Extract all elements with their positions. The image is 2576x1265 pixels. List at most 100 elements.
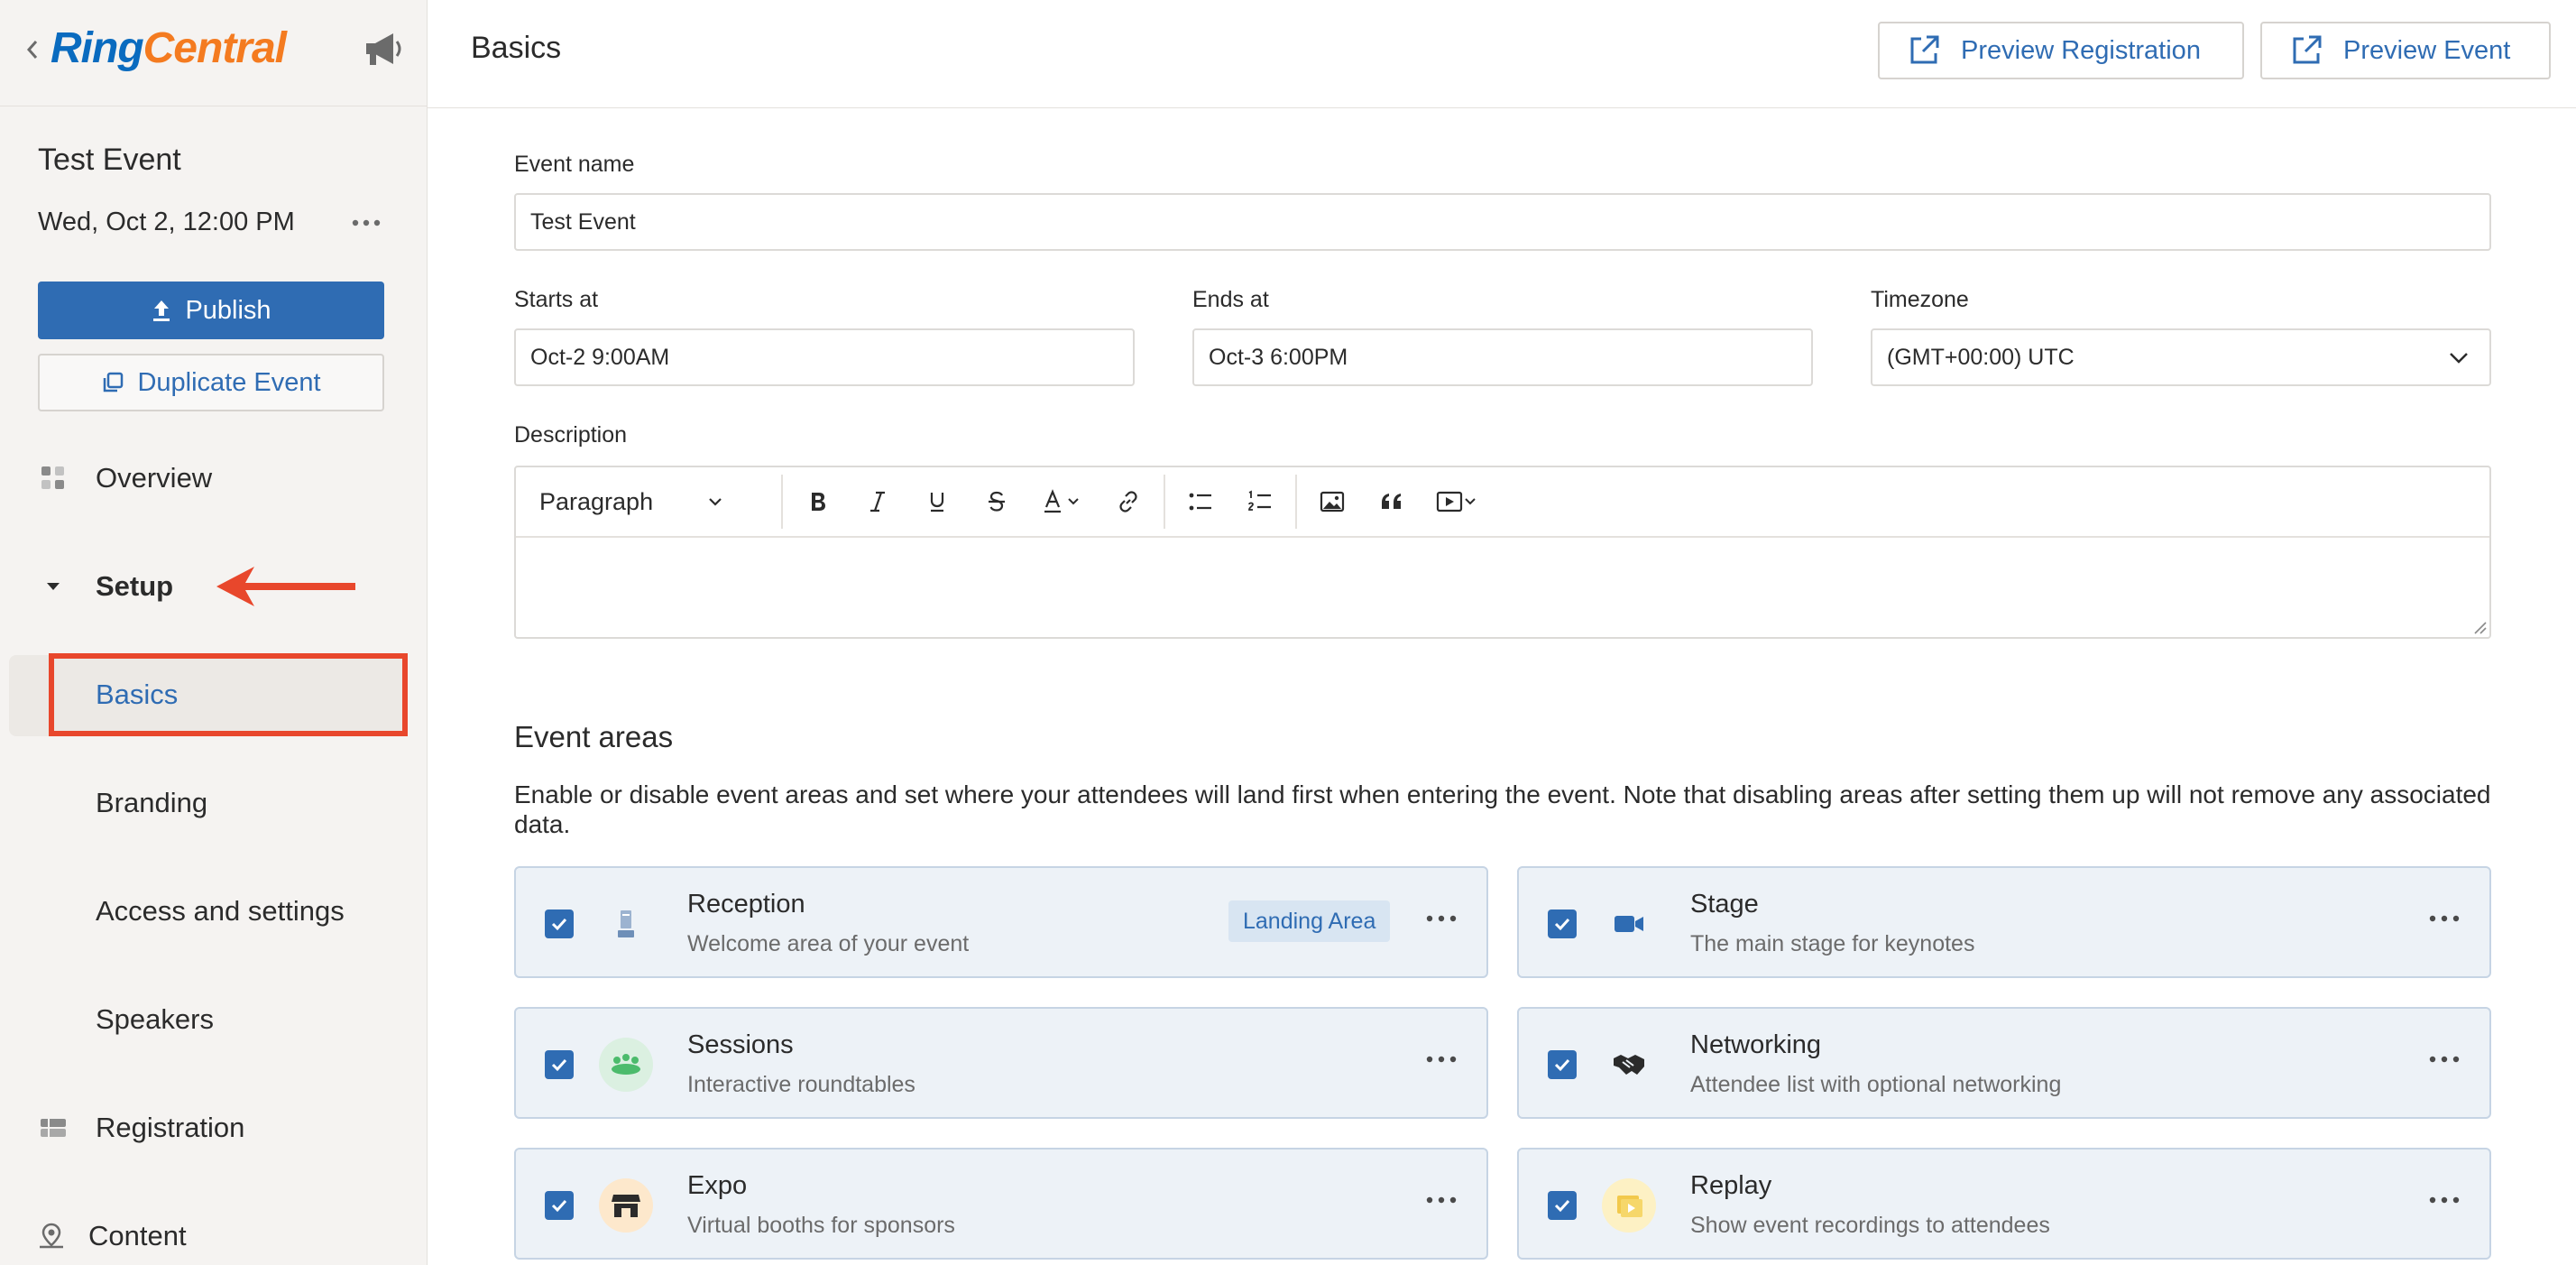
page-title: Basics (471, 31, 562, 65)
resize-handle-icon[interactable] (2471, 619, 2488, 635)
editor-toolbar: Paragraph (516, 467, 2489, 538)
preview-event-button[interactable]: Preview Event (2260, 22, 2551, 79)
area-description: Show event recordings to attendees (1690, 1213, 2050, 1238)
sidebar-item-registration[interactable]: Registration (38, 1112, 244, 1144)
italic-icon (870, 491, 885, 512)
red-arrow-annotation (216, 567, 355, 606)
area-description: Attendee list with optional networking (1690, 1072, 2062, 1097)
area-description: The main stage for keynotes (1690, 931, 1975, 956)
event-areas-description: Enable or disable event areas and set wh… (514, 780, 2491, 838)
area-card-expo[interactable]: Expo Virtual booths for sponsors (514, 1148, 1488, 1260)
more-options-icon[interactable] (1423, 913, 1459, 924)
caret-down-icon (38, 571, 69, 602)
bullet-list-icon (1189, 493, 1211, 511)
event-areas-title: Event areas (514, 720, 674, 753)
area-card-stage[interactable]: Stage The main stage for keynotes (1517, 866, 2491, 978)
toolbar-divider (1295, 475, 1297, 529)
bullet-list-button[interactable] (1171, 475, 1230, 529)
grid-icon (38, 463, 69, 494)
external-link-icon (1910, 35, 1939, 64)
area-title: Stage (1690, 890, 1759, 919)
chevron-down-icon (2450, 353, 2468, 364)
area-card-networking[interactable]: Networking Attendee list with optional n… (1517, 1007, 2491, 1119)
image-button[interactable] (1302, 475, 1362, 529)
strikethrough-button[interactable] (967, 475, 1026, 529)
area-title: Replay (1690, 1171, 1772, 1200)
paragraph-style-label: Paragraph (539, 487, 654, 515)
area-title: Sessions (687, 1030, 794, 1059)
starts-at-label: Starts at (514, 287, 599, 312)
publish-label: Publish (185, 295, 271, 325)
link-button[interactable] (1099, 475, 1158, 529)
sidebar-item-label: Content (88, 1220, 187, 1251)
sidebar: RingCentral Test Event Wed, Oct 2, 12:00… (0, 0, 428, 1265)
starts-at-input[interactable]: Oct-2 9:00AM (514, 328, 1135, 386)
sidebar-item-setup[interactable]: Setup (38, 570, 173, 603)
checkbox-checked[interactable] (545, 1050, 574, 1079)
checkbox-checked[interactable] (545, 910, 574, 938)
sidebar-item-content[interactable]: Content (36, 1220, 187, 1252)
replay-icon (1602, 1178, 1656, 1233)
more-options-icon[interactable] (1423, 1195, 1459, 1205)
upload-icon (153, 300, 170, 321)
chevron-left-icon[interactable] (23, 38, 41, 61)
underline-icon (930, 493, 944, 512)
numbered-list-icon (1248, 490, 1271, 511)
event-name-label: Event name (514, 152, 635, 177)
sidebar-item-label: Setup (96, 570, 174, 602)
area-card-reception[interactable]: Reception Welcome area of your event Lan… (514, 866, 1488, 978)
area-card-replay[interactable]: Replay Show event recordings to attendee… (1517, 1148, 2491, 1260)
area-card-sessions[interactable]: Sessions Interactive roundtables (514, 1007, 1488, 1119)
map-pin-icon (36, 1221, 67, 1251)
checkbox-checked[interactable] (1548, 1191, 1577, 1220)
sidebar-item-access-settings[interactable]: Access and settings (96, 895, 345, 928)
ends-at-input[interactable]: Oct-3 6:00PM (1192, 328, 1813, 386)
reception-icon (599, 897, 653, 951)
highlight-box-annotation (49, 653, 408, 736)
video-camera-icon (1602, 897, 1656, 951)
more-options-icon[interactable] (348, 209, 384, 236)
sidebar-item-branding[interactable]: Branding (96, 787, 207, 819)
quote-button[interactable] (1362, 475, 1421, 529)
strikethrough-icon (989, 491, 1005, 512)
megaphone-icon[interactable] (361, 29, 404, 69)
more-options-icon[interactable] (2426, 913, 2462, 924)
description-label: Description (514, 422, 628, 448)
description-editor[interactable]: Paragraph (514, 466, 2491, 639)
roundtable-icon (599, 1038, 653, 1092)
paragraph-style-select[interactable]: Paragraph (516, 488, 776, 516)
more-options-icon[interactable] (1423, 1054, 1459, 1065)
bold-button[interactable] (788, 475, 848, 529)
video-embed-icon (1436, 491, 1476, 512)
ringcentral-logo: RingCentral (51, 24, 287, 72)
numbered-list-button[interactable] (1230, 475, 1290, 529)
italic-button[interactable] (848, 475, 907, 529)
embed-media-button[interactable] (1421, 475, 1494, 529)
timezone-select[interactable]: (GMT+00:00) UTC (1871, 328, 2491, 386)
checkbox-checked[interactable] (1548, 1050, 1577, 1079)
checkbox-checked[interactable] (1548, 910, 1577, 938)
sidebar-item-speakers[interactable]: Speakers (96, 1003, 214, 1036)
duplicate-label: Duplicate Event (137, 367, 321, 397)
quote-icon (1382, 494, 1401, 509)
toolbar-divider (1164, 475, 1165, 529)
sidebar-item-label: Registration (96, 1112, 245, 1143)
area-title: Reception (687, 890, 805, 919)
sidebar-item-overview[interactable]: Overview (38, 462, 212, 494)
checkbox-checked[interactable] (545, 1191, 574, 1220)
publish-button[interactable]: Publish (38, 282, 384, 339)
more-options-icon[interactable] (2426, 1054, 2462, 1065)
chevron-down-icon (709, 498, 722, 506)
logo-row: RingCentral (0, 0, 428, 106)
preview-event-label: Preview Event (2343, 35, 2511, 65)
more-options-icon[interactable] (2426, 1195, 2462, 1205)
duplicate-event-button[interactable]: Duplicate Event (38, 354, 384, 411)
text-color-button[interactable] (1026, 475, 1099, 529)
event-datetime: Wed, Oct 2, 12:00 PM (38, 208, 295, 236)
underline-button[interactable] (907, 475, 967, 529)
event-name-input[interactable]: Test Event (514, 193, 2491, 251)
event-title: Test Event (38, 143, 181, 177)
top-header: Basics Preview Registration Preview Even… (428, 0, 2576, 108)
preview-registration-button[interactable]: Preview Registration (1878, 22, 2244, 79)
image-icon (1320, 491, 1345, 512)
